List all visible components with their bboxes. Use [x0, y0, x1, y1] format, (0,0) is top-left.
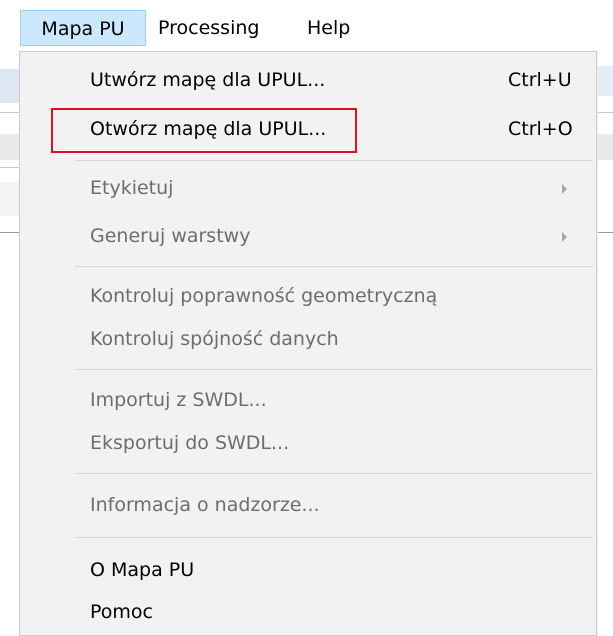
menu-item-informacja-o-nadzorze[interactable]: Informacja o nadzorze...: [20, 483, 596, 527]
menu-item-utworz-mape[interactable]: Utwórz mapę dla UPUL... Ctrl+U: [20, 58, 596, 102]
menubar-item-label: Help: [307, 17, 351, 39]
background-app-left: [0, 52, 19, 636]
menubar-item-label: Processing: [158, 17, 260, 39]
menu-item-shortcut: Ctrl+O: [508, 118, 573, 140]
menu-item-kontroluj-poprawnosc[interactable]: Kontroluj poprawność geometryczną: [20, 274, 596, 318]
submenu-arrow-icon: [562, 184, 567, 194]
mapa-pu-dropdown-menu: Utwórz mapę dla UPUL... Ctrl+U Otwórz ma…: [19, 51, 597, 636]
menu-separator: [75, 473, 593, 474]
menu-item-eksportuj-swdl[interactable]: Eksportuj do SWDL...: [20, 421, 596, 465]
menubar-item-processing[interactable]: Processing: [158, 10, 259, 46]
menu-item-label: Informacja o nadzorze...: [90, 494, 320, 516]
menu-separator: [75, 266, 593, 267]
menu-item-etykietuj[interactable]: Etykietuj: [20, 166, 596, 210]
submenu-arrow-icon: [562, 232, 567, 242]
menu-item-kontroluj-spojnosc[interactable]: Kontroluj spójność danych: [20, 317, 596, 361]
menu-separator: [75, 369, 593, 370]
menubar-item-label: Mapa PU: [41, 18, 125, 40]
menu-item-importuj-swdl[interactable]: Importuj z SWDL...: [20, 378, 596, 422]
menu-separator: [75, 537, 593, 538]
menu-item-generuj-warstwy[interactable]: Generuj warstwy: [20, 214, 596, 258]
menu-separator: [75, 160, 593, 161]
background-app-right: [598, 52, 613, 636]
menu-item-label: Kontroluj poprawność geometryczną: [90, 285, 438, 307]
menubar-item-mapa-pu[interactable]: Mapa PU: [20, 10, 146, 46]
menu-item-label: Kontroluj spójność danych: [90, 328, 339, 350]
menu-item-label: Etykietuj: [90, 177, 174, 199]
menu-item-label: Pomoc: [90, 601, 153, 623]
menu-item-o-mapa-pu[interactable]: O Mapa PU: [20, 548, 596, 592]
menu-item-label: Generuj warstwy: [90, 225, 251, 247]
menu-item-pomoc[interactable]: Pomoc: [20, 590, 596, 634]
menu-item-label: Utwórz mapę dla UPUL...: [90, 69, 326, 91]
menu-item-label: O Mapa PU: [90, 559, 195, 581]
menu-item-label: Eksportuj do SWDL...: [90, 432, 290, 454]
menu-item-shortcut: Ctrl+U: [508, 69, 572, 91]
menu-item-label: Importuj z SWDL...: [90, 389, 267, 411]
menubar-item-help[interactable]: Help: [307, 10, 350, 46]
highlight-annotation-box: [51, 108, 357, 153]
menubar: Mapa PU Processing Help: [0, 0, 613, 52]
